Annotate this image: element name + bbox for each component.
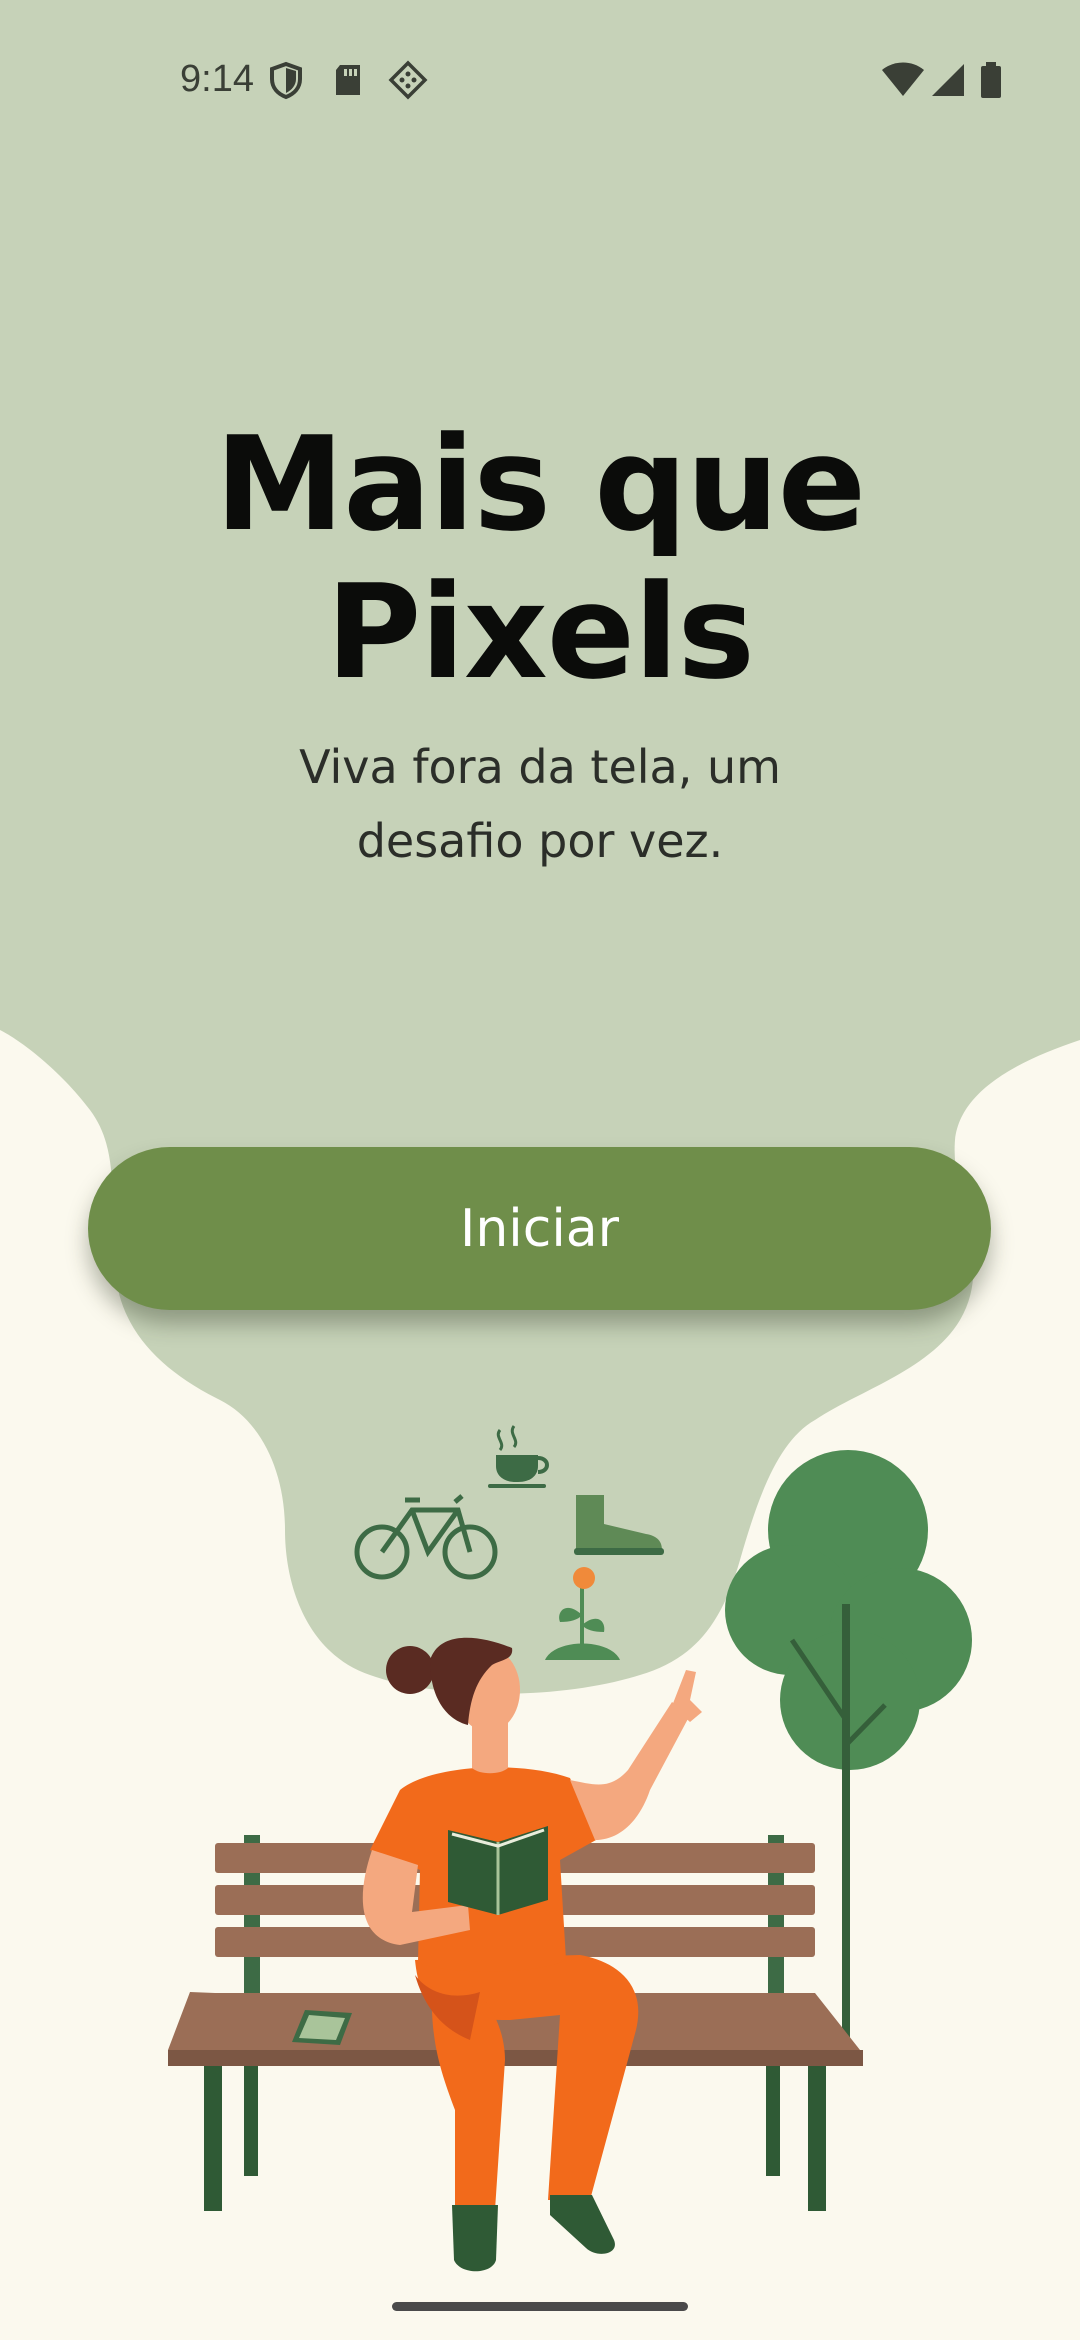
hero-title: Mais que Pixels: [214, 408, 866, 708]
flower-icon: [545, 1567, 620, 1660]
status-time: 9:14: [180, 58, 254, 100]
dotted-diamond-icon: [388, 60, 428, 100]
illustration: [168, 1425, 972, 2272]
battery-icon: [981, 62, 1001, 98]
cellular-signal-icon: [932, 64, 964, 96]
shield-icon: [270, 61, 302, 100]
wifi-icon: [882, 62, 924, 96]
home-indicator[interactable]: [392, 2302, 688, 2311]
status-bar: 9:14: [0, 0, 1080, 160]
start-button[interactable]: Iniciar: [88, 1147, 991, 1310]
bicycle-icon: [354, 1494, 498, 1580]
hiking-boot-icon: [574, 1495, 664, 1555]
coffee-cup-icon: [488, 1425, 549, 1488]
hero-subtitle: Viva fora da tela, um desafio por vez.: [299, 740, 781, 868]
sd-card-icon: [336, 65, 360, 95]
